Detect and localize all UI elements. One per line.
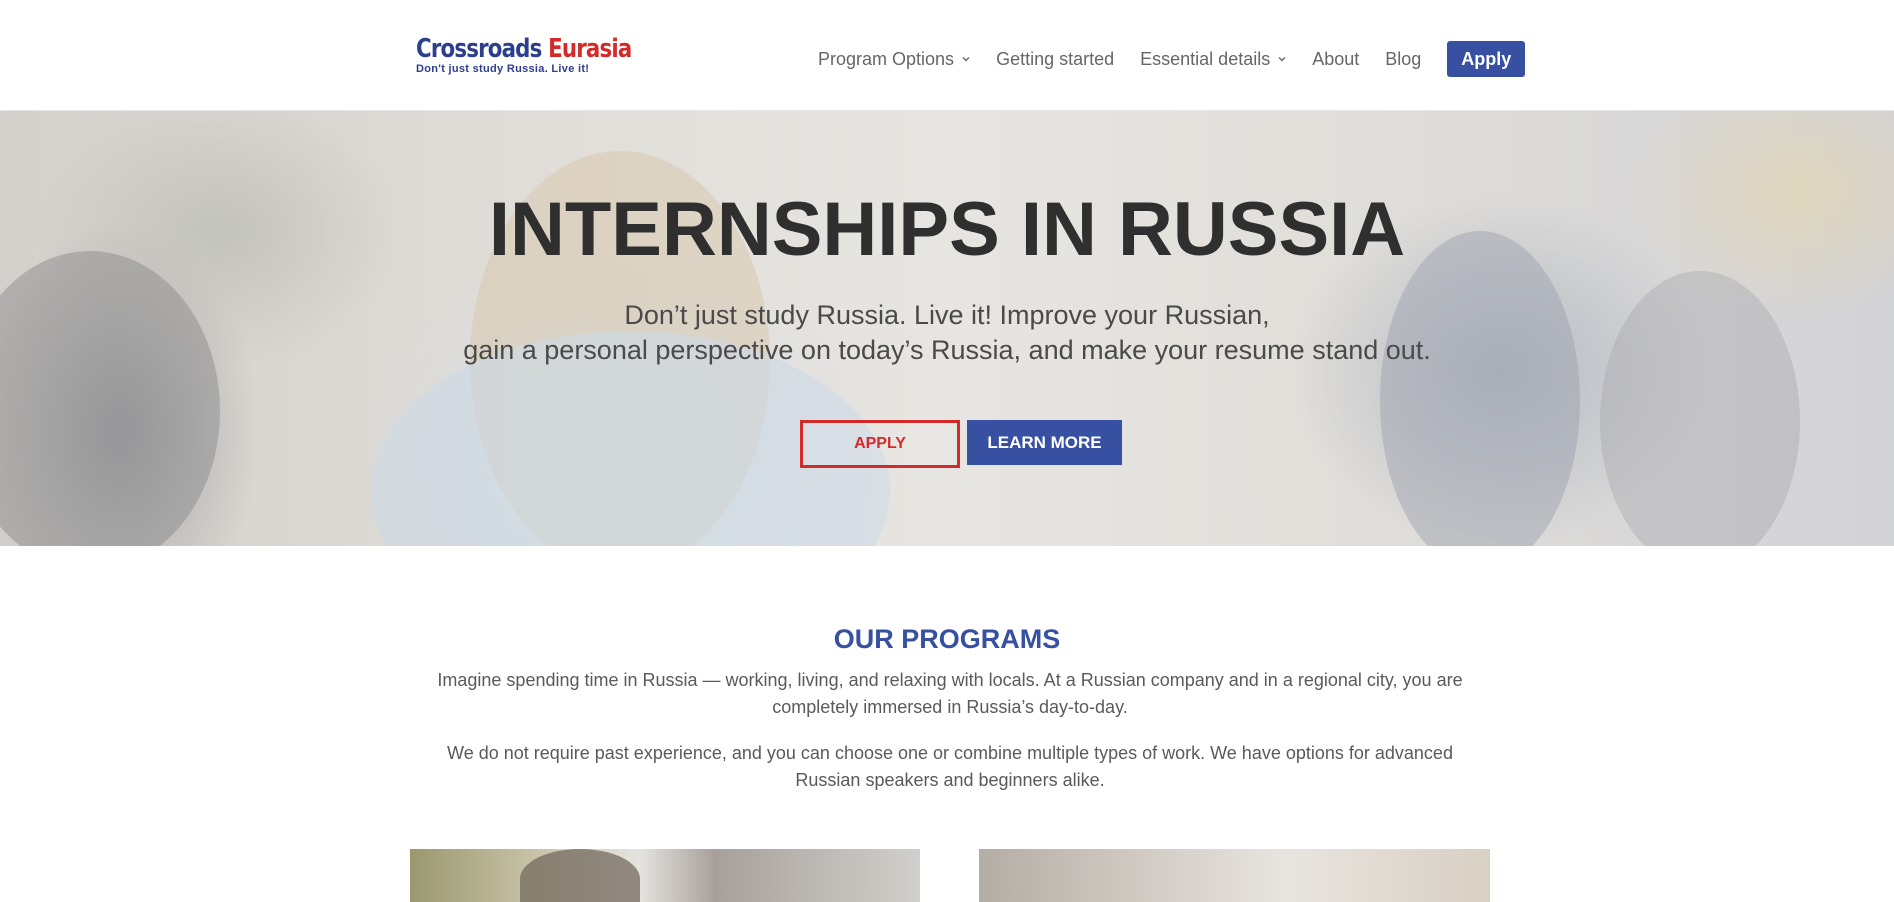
programs-intro-paragraph: Imagine spending time in Russia — workin… — [437, 670, 1463, 717]
nav-label: Essential details — [1140, 48, 1271, 69]
nav-essential-details[interactable]: Essential details — [1140, 49, 1286, 70]
hero-subtitle-line: gain a personal perspective on today’s R… — [463, 335, 1431, 365]
brand-logo[interactable]: Crossroads Eurasia Don't just study Russ… — [414, 26, 654, 86]
hero-apply-button[interactable]: APPLY — [800, 420, 960, 468]
program-photo-figure — [520, 849, 640, 902]
nav-apply-button[interactable]: Apply — [1447, 41, 1526, 77]
chevron-down-icon — [1278, 57, 1286, 62]
nav-program-options[interactable]: Program Options — [818, 49, 970, 70]
hero-learn-more-button[interactable]: LEARN MORE — [967, 420, 1122, 465]
nav-blog[interactable]: Blog — [1385, 49, 1421, 70]
hero-banner: INTERNSHIPS IN RUSSIA Don’t just study R… — [0, 111, 1894, 546]
chevron-down-icon — [962, 57, 970, 62]
hero-subtitle-line: Don’t just study Russia. Live it! Improv… — [624, 300, 1270, 330]
nav-label: Blog — [1385, 48, 1422, 69]
program-card-image[interactable] — [979, 849, 1490, 902]
programs-title: OUR PROGRAMS — [833, 624, 1061, 654]
nav-label: About — [1312, 48, 1360, 69]
brand-tagline: Don't just study Russia. Live it! — [416, 63, 590, 75]
brand-name: Crossroads Eurasia — [416, 34, 632, 64]
programs-details-paragraph: We do not require past experience, and y… — [447, 743, 1453, 790]
nav-label: Program Options — [818, 48, 955, 69]
site-header: Crossroads Eurasia Don't just study Russ… — [0, 0, 1894, 111]
hero-title: INTERNSHIPS IN RUSSIA — [488, 187, 1406, 272]
nav-getting-started[interactable]: Getting started — [996, 49, 1114, 70]
program-card-image[interactable] — [410, 849, 920, 902]
hero-subtitle: Don’t just study Russia. Live it! Improv… — [0, 298, 1894, 368]
nav-about[interactable]: About — [1312, 49, 1359, 70]
nav-label: Getting started — [996, 48, 1115, 69]
main-nav: Program Options Getting started Essentia… — [818, 41, 1526, 77]
